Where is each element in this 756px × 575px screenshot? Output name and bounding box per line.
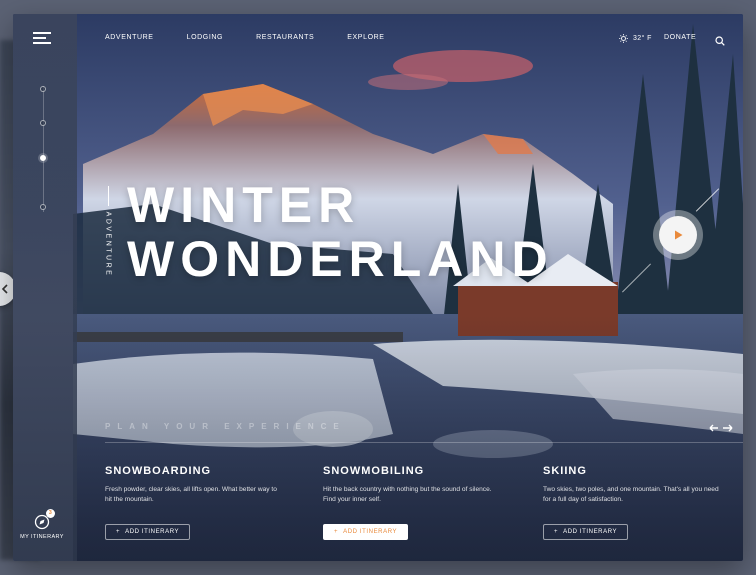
play-icon	[674, 230, 682, 240]
nav-restaurants[interactable]: RESTAURANTS	[256, 34, 314, 41]
slider-arrows[interactable]	[709, 420, 733, 438]
search-button[interactable]	[715, 33, 725, 51]
itinerary-count-badge: 3	[46, 509, 55, 518]
add-itinerary-button[interactable]: + ADD ITINERARY	[105, 524, 191, 540]
button-label: ADD ITINERARY	[563, 529, 618, 535]
button-label: ADD ITINERARY	[343, 529, 398, 535]
pager-dot[interactable]	[40, 86, 46, 92]
hero-frame: ADVENTURE LODGING RESTAURANTS EXPLORE 32…	[13, 14, 743, 561]
activity-card-snowboarding: SNOWBOARDING Fresh powder, clear skies, …	[105, 465, 285, 540]
pager-dot[interactable]	[40, 204, 46, 210]
arrows-icon	[709, 424, 733, 432]
activity-description: Two skies, two poles, and one mountain. …	[543, 486, 719, 503]
pager-dot[interactable]	[40, 120, 46, 126]
add-itinerary-button[interactable]: + ADD ITINERARY	[543, 524, 629, 540]
hero-title-line1: WINTER	[127, 177, 361, 233]
pager-track	[42, 86, 44, 212]
nav-lodging[interactable]: LODGING	[187, 34, 223, 41]
hero-title: WINTER WONDERLAND	[127, 178, 554, 286]
weather-widget: 32° F	[619, 34, 652, 43]
plan-tagline: PLAN YOUR EXPERIENCE	[105, 422, 346, 431]
add-itinerary-button[interactable]: + ADD ITINERARY	[323, 524, 409, 540]
temperature: 32° F	[633, 35, 652, 42]
plus-icon: +	[554, 529, 559, 535]
play-video-button[interactable]	[653, 210, 703, 260]
category-divider	[108, 186, 109, 206]
nav-explore[interactable]: EXPLORE	[347, 34, 384, 41]
activity-card-snowmobiling: SNOWMOBILING Hit the back country with n…	[323, 465, 503, 540]
main-nav: ADVENTURE LODGING RESTAURANTS EXPLORE	[105, 34, 418, 41]
section-divider	[105, 442, 743, 443]
hamburger-icon[interactable]	[33, 32, 51, 44]
activity-description: Fresh powder, clear skies, all lifts ope…	[105, 486, 277, 503]
my-itinerary-button[interactable]: 3 MY ITINERARY	[19, 509, 65, 540]
donate-link[interactable]: DONATE	[664, 34, 696, 41]
vertical-category-label: ADVENTURE	[105, 186, 115, 286]
sun-icon	[619, 34, 628, 43]
itinerary-label: MY ITINERARY	[20, 534, 64, 540]
slide-pager	[40, 86, 46, 216]
plus-icon: +	[116, 529, 121, 535]
nav-adventure[interactable]: ADVENTURE	[105, 34, 154, 41]
hero-title-line2: WONDERLAND	[127, 231, 554, 287]
button-label: ADD ITINERARY	[125, 529, 180, 535]
pager-dot-active[interactable]	[40, 155, 46, 161]
category-text: ADVENTURE	[104, 211, 112, 278]
activity-title: SNOWBOARDING	[105, 465, 212, 477]
search-icon	[715, 36, 725, 46]
activity-title: SKIING	[543, 465, 587, 477]
plus-icon: +	[334, 529, 339, 535]
chevron-left-icon	[1, 284, 8, 294]
activity-title: SNOWMOBILING	[323, 465, 425, 477]
activity-description: Hit the back country with nothing but th…	[323, 486, 492, 503]
activity-card-skiing: SKIING Two skies, two poles, and one mou…	[543, 465, 723, 540]
